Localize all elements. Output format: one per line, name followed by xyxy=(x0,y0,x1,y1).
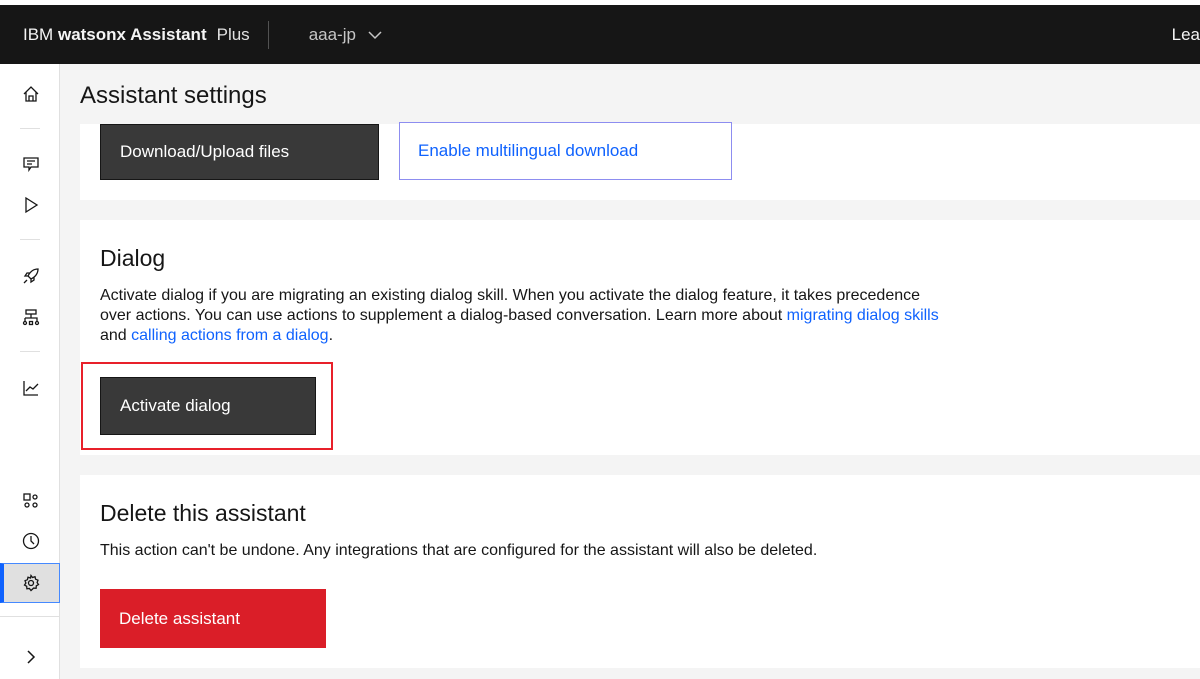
brand-prefix: IBM xyxy=(23,24,54,44)
brand-name: watsonx Assistant xyxy=(57,24,207,44)
header-right-link[interactable]: Lea xyxy=(1172,25,1200,45)
rocket-icon[interactable] xyxy=(20,265,42,287)
desc-text: . xyxy=(328,327,334,344)
sidebar xyxy=(0,64,60,679)
desc-text: and xyxy=(100,327,132,344)
dialog-card: Dialog Activate dialog if you are migrat… xyxy=(80,220,1200,455)
workspace-switcher[interactable]: aaa-jp xyxy=(309,25,382,45)
header-divider xyxy=(267,20,269,49)
page-title: Assistant settings xyxy=(80,82,267,109)
sidebar-divider xyxy=(20,351,40,352)
chat-icon[interactable] xyxy=(20,153,42,175)
app-header: IBM watsonx Assistant Plus aaa-jp Lea xyxy=(0,5,1200,64)
plan-label: Plus xyxy=(216,24,250,44)
integrations-icon[interactable] xyxy=(20,490,42,512)
sidebar-divider xyxy=(20,239,40,240)
download-card: Download/Upload files Enable multilingua… xyxy=(80,122,1200,200)
sidebar-divider xyxy=(20,128,40,129)
sidebar-divider xyxy=(0,616,60,617)
brand[interactable]: IBM watsonx Assistant xyxy=(0,25,207,45)
delete-assistant-button[interactable]: Delete assistant xyxy=(100,589,326,648)
dialog-title: Dialog xyxy=(100,245,166,271)
dialog-description: Activate dialog if you are migrating an … xyxy=(100,286,940,346)
workspace-name: aaa-jp xyxy=(308,24,356,44)
delete-description: This action can't be undone. Any integra… xyxy=(100,542,818,559)
activate-dialog-button[interactable]: Activate dialog xyxy=(100,377,316,435)
home-icon[interactable] xyxy=(20,83,42,105)
chevron-right-icon[interactable] xyxy=(20,646,42,668)
download-upload-button[interactable]: Download/Upload files xyxy=(100,124,379,180)
migrating-dialog-skills-link[interactable]: migrating dialog skills xyxy=(787,307,939,324)
clock-icon[interactable] xyxy=(20,530,42,552)
enable-multilingual-download-button[interactable]: Enable multilingual download xyxy=(399,122,732,180)
hierarchy-icon[interactable] xyxy=(20,306,42,328)
chevron-down-icon xyxy=(368,30,382,39)
delete-card: Delete this assistant This action can't … xyxy=(80,475,1200,668)
play-icon[interactable] xyxy=(20,194,42,216)
delete-title: Delete this assistant xyxy=(100,500,306,526)
analytics-icon[interactable] xyxy=(20,377,42,399)
gear-icon[interactable] xyxy=(20,572,42,594)
calling-actions-link[interactable]: calling actions from a dialog xyxy=(131,327,328,344)
